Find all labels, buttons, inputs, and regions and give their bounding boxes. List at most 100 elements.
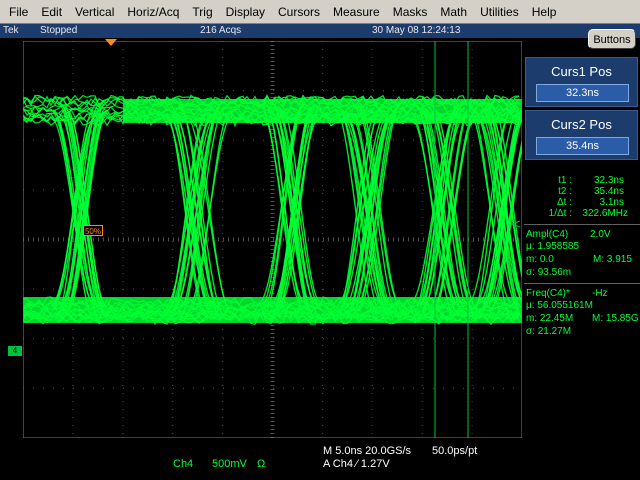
grid-dot [72,281,74,282]
menu-file[interactable]: File [0,5,28,19]
t1-value: 32.3ns [593,175,624,186]
grid-dot [223,338,224,340]
trigger-position-icon[interactable] [105,39,117,47]
center-tick [270,53,275,54]
grid-dot [433,288,434,290]
grid-dot [313,139,314,141]
grid-dot [433,338,434,340]
grid-dot [353,338,354,340]
menu-edit[interactable]: Edit [32,5,62,19]
menu-vertical[interactable]: Vertical [66,5,114,19]
center-tick [270,397,275,398]
timebase[interactable]: M 5.0ns 20.0GS/s [323,445,411,457]
grid-dot [63,288,64,290]
grid-dot [421,377,423,378]
menu-utilities[interactable]: Utilities [471,5,519,19]
grid-dot [403,139,404,141]
grid-dot [321,153,323,154]
grid-dot [421,433,423,434]
grid-dot [222,385,224,386]
grid-dot [72,73,74,74]
grid-dot [473,139,474,141]
grid-dot [53,338,54,340]
grid-dot [503,387,504,389]
curs2-control[interactable]: Curs2 Pos 35.4ns [525,110,638,160]
menu-help[interactable]: Help [523,5,557,19]
grid-dot [471,329,473,330]
grid-dot [503,90,504,92]
grid-dot [321,273,323,274]
menu-masks[interactable]: Masks [384,5,428,19]
grid-dot [172,185,174,186]
grid-dot [333,90,334,92]
channel-impedance: Ω [257,458,266,470]
grid-dot [321,289,323,290]
grid-dot [203,90,204,92]
center-tick [483,237,484,242]
grid-dot [172,217,174,218]
curs1-value[interactable]: 32.3ns [536,84,629,102]
grid-dot [321,73,323,74]
menu-measure[interactable]: Measure [324,5,380,19]
grid-dot [172,417,174,418]
grid-dot [83,387,84,389]
grid-dot [343,189,344,191]
grid-dot [321,281,323,282]
ch4-ground-marker[interactable]: 4 [8,346,22,356]
ampl-min: m: 0.0 [526,254,554,265]
menu-horiz-acq[interactable]: Horiz/Acq [118,5,179,19]
grid-dot [72,57,74,58]
grid-dot [321,353,323,354]
waveform-display[interactable] [23,41,522,438]
grid-dot [333,338,334,340]
dt-value: 3.1ns [599,197,624,208]
buttons-button[interactable]: Buttons [588,29,636,49]
grid-dot [371,81,373,82]
grid-dot [321,369,323,370]
grid-dot [122,385,124,386]
center-tick [270,97,275,98]
center-tick [398,237,399,242]
grid-dot [463,139,464,141]
grid-dot [163,288,164,290]
center-tick [270,209,275,210]
grid-dot [113,90,114,92]
menu-display[interactable]: Display [217,5,265,19]
curs2-value[interactable]: 35.4ns [536,137,629,155]
center-tick [270,181,275,182]
curs1-control[interactable]: Curs1 Pos 32.3ns [525,57,638,107]
center-tick [283,237,284,242]
center-tick [270,325,275,326]
menu-trig[interactable]: Trig [183,5,212,19]
center-tick [270,345,275,346]
grid-dot [113,189,114,191]
grid-dot [443,387,444,389]
grid-dot [321,377,323,378]
menu-cursors[interactable]: Cursors [269,5,320,19]
grid-dot [43,189,44,191]
center-tick [253,237,254,242]
grid-dot [321,169,323,170]
grid-dot [393,90,394,92]
channel-scale[interactable]: 500mV [212,458,247,470]
center-tick [318,237,319,242]
channel-label[interactable]: Ch4 [173,458,193,470]
grid-dot [393,387,394,389]
center-tick [270,373,275,374]
center-tick [270,81,275,82]
center-tick [270,381,275,382]
trigger-level-marker[interactable]: 50% [83,225,103,236]
grid-dot [293,338,294,340]
menu-math[interactable]: Math [431,5,467,19]
grid-dot [72,177,74,178]
grid-dot [321,361,323,362]
trigger-readout[interactable]: A Ch4 ∕ 1.27V [323,458,390,470]
grid-dot [143,338,144,340]
grid-dot [483,189,484,191]
grid-dot [273,90,274,92]
grid-dot [72,377,74,378]
grid-dot [421,393,423,394]
center-tick [308,237,309,242]
grid-dot [172,209,174,210]
grid-dot [473,387,474,389]
